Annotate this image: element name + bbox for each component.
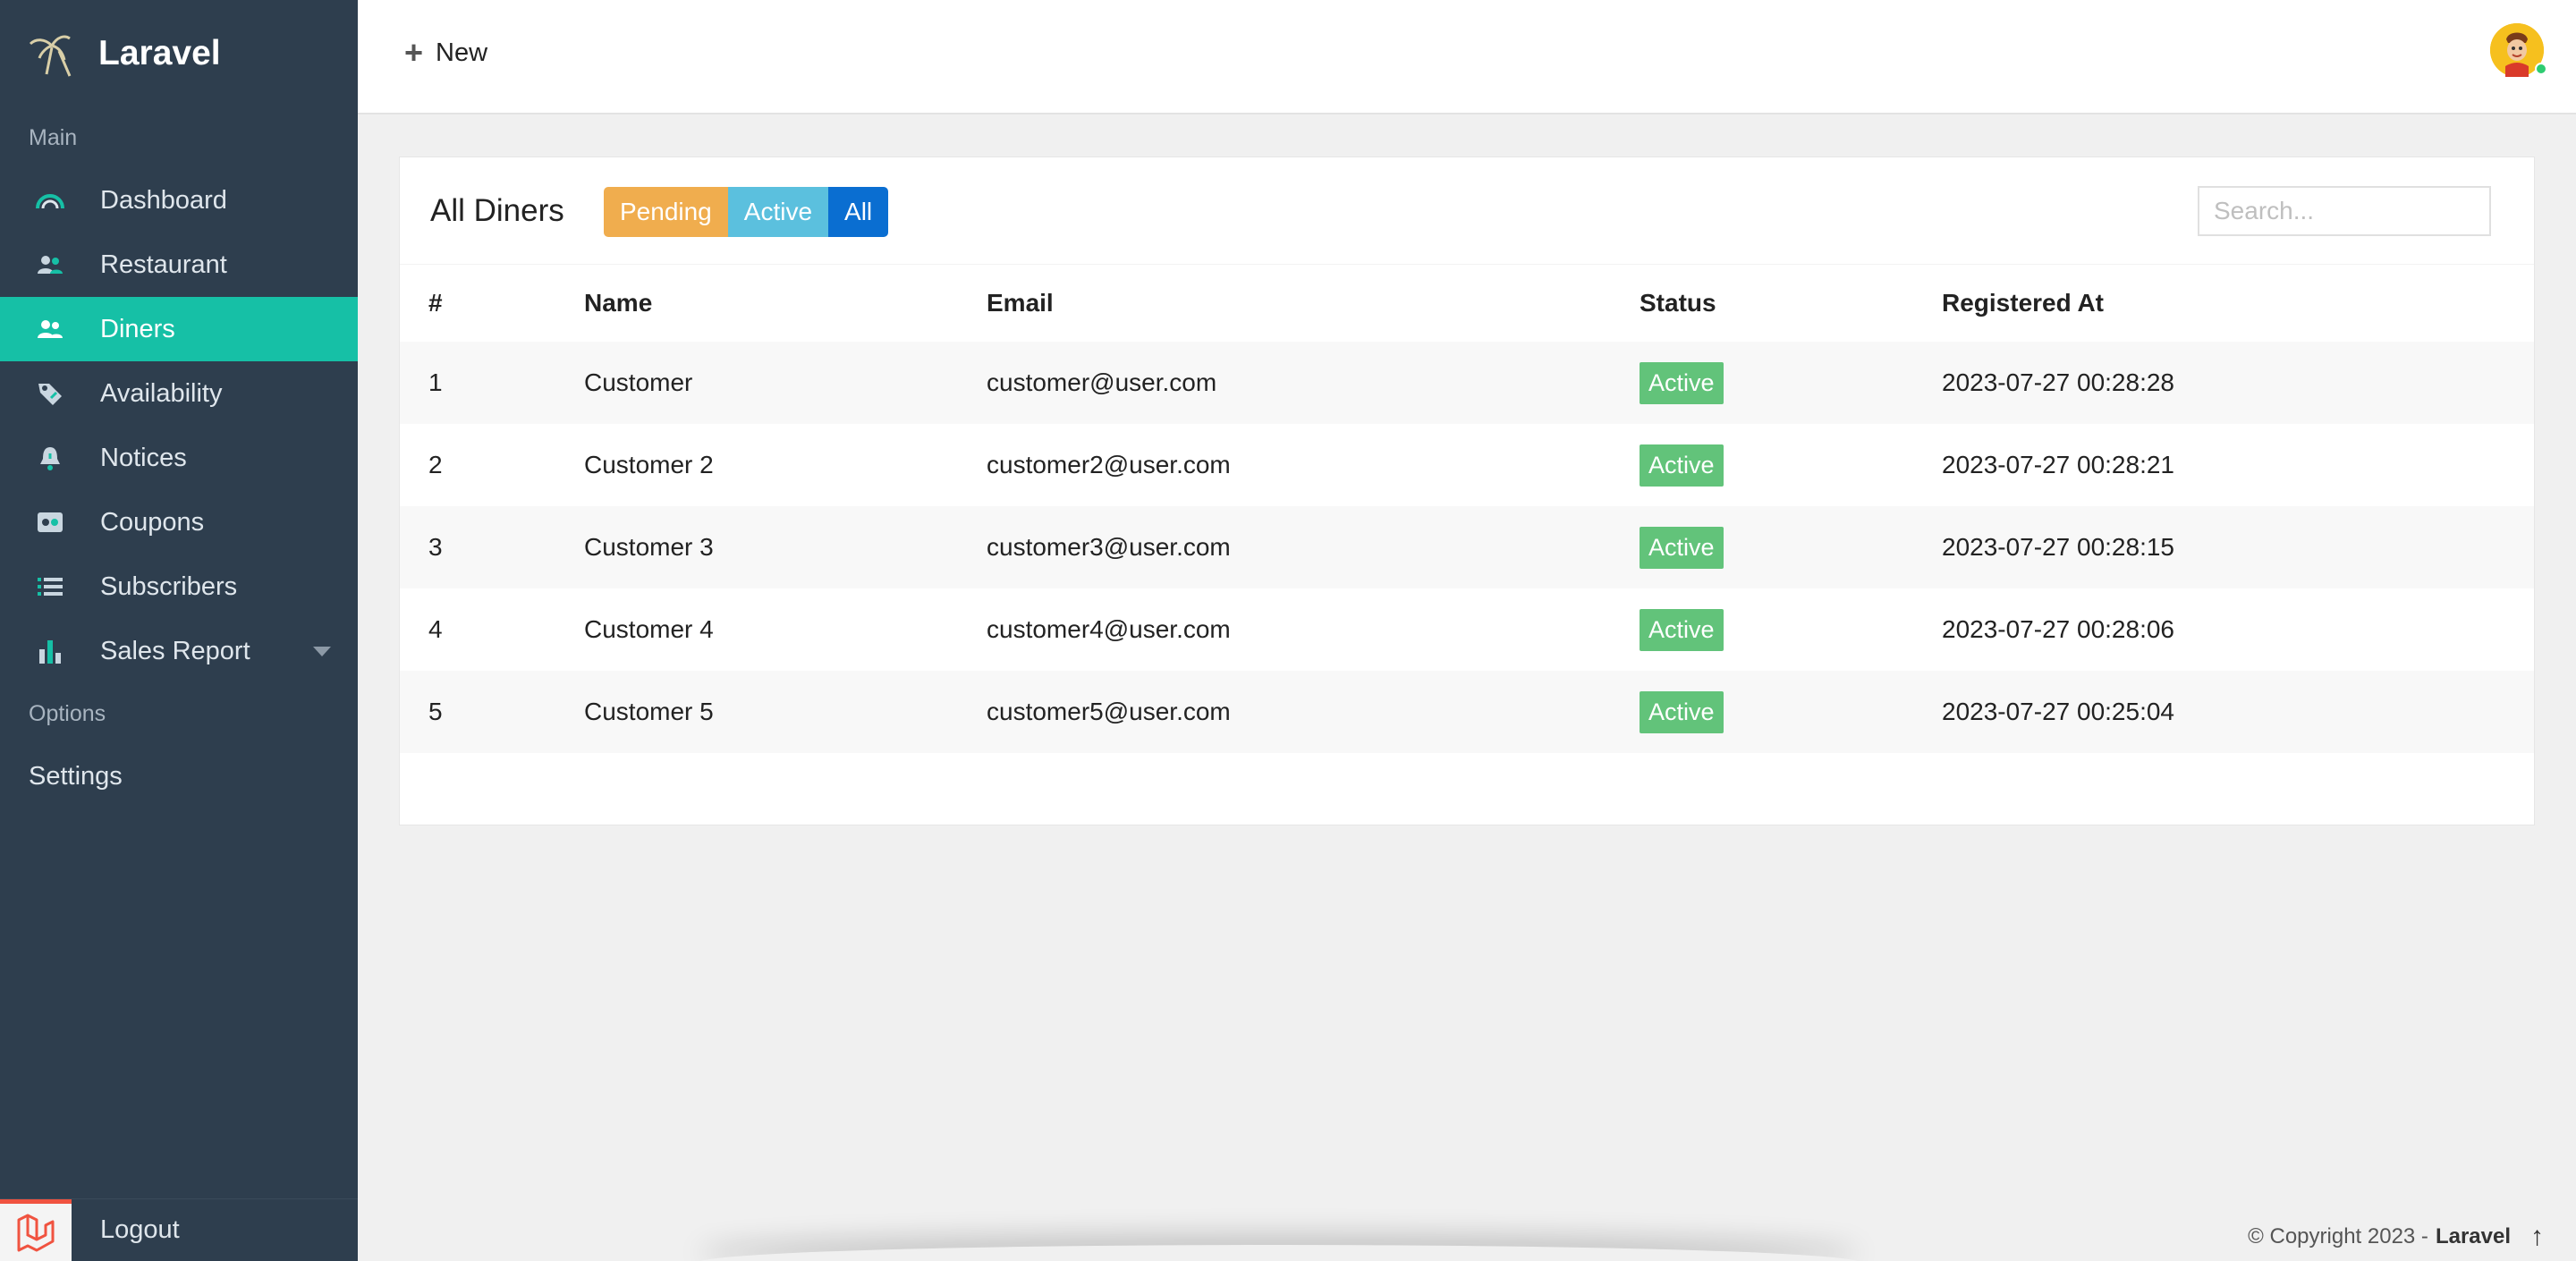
sidebar: Laravel Main Dashboard Restaurant Diners…: [0, 0, 358, 1261]
cell-id: 2: [428, 451, 443, 478]
cell-email: customer4@user.com: [987, 615, 1231, 643]
section-label-options: Options: [29, 700, 106, 726]
cell-id: 1: [428, 368, 443, 396]
cell-email: customer3@user.com: [987, 533, 1231, 561]
bar-chart-icon: [34, 635, 66, 667]
bell-icon: [34, 442, 66, 474]
sidebar-item-restaurant[interactable]: Restaurant: [0, 233, 358, 297]
table-row[interactable]: 3 Customer 3 customer3@user.com Active 2…: [400, 506, 2534, 588]
sidebar-item-dashboard[interactable]: Dashboard: [0, 168, 358, 233]
users-icon: [34, 249, 66, 281]
cell-status: Active: [1611, 506, 1913, 588]
cell-name: Customer 4: [584, 615, 714, 643]
cell-name: Customer 3: [584, 533, 714, 561]
filter-pending-button[interactable]: Pending: [604, 187, 728, 237]
status-badge: Active: [1640, 690, 1724, 733]
sidebar-item-label: Diners: [100, 314, 175, 343]
cell-status: Active: [1611, 342, 1913, 424]
tag-icon: [34, 377, 66, 410]
laravel-logo-icon: [0, 1198, 72, 1261]
cell-registered-at: 2023-07-27 00:25:04: [1942, 698, 2174, 725]
logout-link[interactable]: Logout: [100, 1215, 180, 1245]
table-row[interactable]: 2 Customer 2 customer2@user.com Active 2…: [400, 424, 2534, 506]
cell-status: Active: [1611, 588, 1913, 671]
bottom-shadow: [698, 1245, 1860, 1261]
status-badge: Active: [1640, 608, 1724, 651]
new-button[interactable]: + New: [404, 34, 487, 72]
column-header-id[interactable]: #: [400, 265, 555, 342]
filter-all-button[interactable]: All: [828, 187, 889, 237]
gauge-icon: [34, 184, 66, 216]
sidebar-item-label: Dashboard: [100, 185, 227, 215]
footer-brand: Laravel: [2435, 1224, 2511, 1248]
column-header-registered-at[interactable]: Registered At: [1913, 265, 2534, 342]
table-row[interactable]: 1 Customer customer@user.com Active 2023…: [400, 342, 2534, 424]
cell-id: 3: [428, 533, 443, 561]
new-button-label: New: [436, 38, 488, 67]
sidebar-footer: Logout: [0, 1198, 358, 1261]
top-bar: + New: [358, 0, 2576, 114]
page-title: All Diners: [430, 193, 564, 228]
diners-card: All Diners Pending Active All # Name Ema…: [399, 157, 2535, 825]
sidebar-item-label: Availability: [100, 378, 223, 408]
cell-registered-at: 2023-07-27 00:28:06: [1942, 615, 2174, 643]
sidebar-item-label: Sales Report: [100, 636, 250, 665]
column-header-name[interactable]: Name: [555, 265, 958, 342]
column-header-email[interactable]: Email: [958, 265, 1611, 342]
cell-status: Active: [1611, 671, 1913, 753]
scroll-top-icon[interactable]: ↑: [2530, 1222, 2544, 1252]
plus-icon: +: [404, 34, 424, 71]
cell-name: Customer 5: [584, 698, 714, 725]
cell-name: Customer: [584, 368, 693, 396]
diners-table: # Name Email Status Registered At 1 Cust…: [400, 265, 2534, 753]
sidebar-item-sales-report[interactable]: Sales Report: [0, 619, 358, 683]
sidebar-item-availability[interactable]: Availability: [0, 361, 358, 426]
brand-name: Laravel: [98, 34, 221, 72]
cell-email: customer2@user.com: [987, 451, 1231, 478]
table-row[interactable]: 4 Customer 4 customer4@user.com Active 2…: [400, 588, 2534, 671]
list-icon: [34, 571, 66, 603]
cell-registered-at: 2023-07-27 00:28:21: [1942, 451, 2174, 478]
cell-email: customer@user.com: [987, 368, 1217, 396]
avatar[interactable]: [2490, 23, 2547, 77]
online-status-dot: [2535, 63, 2547, 75]
brand[interactable]: Laravel: [0, 0, 358, 107]
status-badge: Active: [1640, 526, 1724, 569]
cell-name: Customer 2: [584, 451, 714, 478]
section-label-main: Main: [29, 124, 78, 150]
sidebar-item-label: Restaurant: [100, 250, 227, 279]
sidebar-item-subscribers[interactable]: Subscribers: [0, 554, 358, 619]
chevron-down-icon[interactable]: [313, 647, 331, 656]
table-row[interactable]: 5 Customer 5 customer5@user.com Active 2…: [400, 671, 2534, 753]
cell-registered-at: 2023-07-27 00:28:15: [1942, 533, 2174, 561]
ticket-icon: [34, 506, 66, 538]
sidebar-item-settings[interactable]: Settings: [0, 744, 358, 808]
sidebar-item-label: Notices: [100, 443, 187, 472]
page-footer: © Copyright 2023 - Laravel ↑: [2248, 1222, 2544, 1252]
cell-registered-at: 2023-07-27 00:28:28: [1942, 368, 2174, 396]
sidebar-item-coupons[interactable]: Coupons: [0, 490, 358, 554]
cell-id: 4: [428, 615, 443, 643]
filter-active-button[interactable]: Active: [727, 187, 829, 237]
palm-tree-icon: [29, 35, 72, 77]
cell-email: customer5@user.com: [987, 698, 1231, 725]
users-icon: [34, 313, 66, 345]
status-badge: Active: [1640, 361, 1724, 404]
sidebar-item-diners[interactable]: Diners: [0, 297, 358, 361]
sidebar-item-notices[interactable]: Notices: [0, 426, 358, 490]
search-input[interactable]: [2198, 186, 2491, 236]
status-filter-group: Pending Active All: [604, 187, 889, 237]
sidebar-item-label: Coupons: [100, 507, 205, 537]
footer-copyright: © Copyright 2023 -: [2248, 1224, 2428, 1248]
table-header-row: # Name Email Status Registered At: [400, 265, 2534, 342]
sidebar-item-label: Subscribers: [100, 571, 238, 601]
status-badge: Active: [1640, 444, 1724, 487]
cell-status: Active: [1611, 424, 1913, 506]
cell-id: 5: [428, 698, 443, 725]
column-header-status[interactable]: Status: [1611, 265, 1913, 342]
card-header: All Diners Pending Active All: [400, 157, 2534, 265]
